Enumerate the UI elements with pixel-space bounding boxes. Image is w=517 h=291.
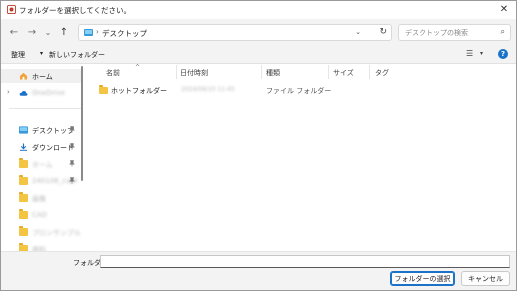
forward-icon[interactable]: → (25, 25, 39, 39)
search-icon: ⌕ (500, 27, 505, 36)
file-type: ファイル フォルダー (266, 87, 332, 95)
sidebar-item-label: デスクトップ (32, 127, 74, 135)
folder-icon (99, 85, 108, 94)
back-icon[interactable]: ← (7, 25, 21, 39)
title-bar: フォルダーを選択してください。 ✕ (1, 1, 516, 19)
column-divider[interactable] (261, 65, 262, 79)
home-icon (19, 72, 28, 80)
dialog-footer: フォルダー: フォルダーの選択 キャンセル (1, 251, 516, 290)
folder-icon (19, 209, 28, 219)
column-divider[interactable] (328, 65, 329, 79)
desktop-icon (19, 126, 28, 134)
column-header-type[interactable]: 種類 (266, 68, 280, 78)
search-box[interactable]: デスクトップの検索 ⌕ (398, 24, 511, 41)
app-icon (7, 5, 16, 14)
new-folder-button[interactable]: 新しいフォルダー (49, 50, 105, 60)
desktop-icon (84, 29, 93, 36)
address-dropdown-icon[interactable]: ⌄ (355, 28, 361, 36)
column-divider[interactable] (176, 65, 177, 79)
sidebar-item-label: ホーム (32, 73, 53, 81)
close-icon[interactable]: ✕ (496, 2, 512, 17)
recent-locations-icon[interactable]: ⌄ (41, 25, 55, 39)
sidebar-item-folder[interactable]: 画像 (1, 191, 81, 205)
file-name: ホットフォルダー (111, 87, 167, 95)
view-caret-icon[interactable]: ▾ (480, 50, 483, 57)
sidebar-item-home[interactable]: ホーム (1, 69, 81, 83)
organize-button[interactable]: 整理 (11, 50, 25, 60)
sidebar-item-downloads[interactable]: ダウンロード (1, 140, 81, 154)
breadcrumb-desktop[interactable]: デスクトップ (102, 28, 147, 39)
cloud-icon (19, 90, 28, 96)
expand-icon[interactable]: › (7, 88, 10, 96)
view-options-icon[interactable]: ☰ (466, 49, 473, 58)
up-icon[interactable]: ↑ (57, 25, 71, 39)
navigation-bar: ← → ⌄ ↑ › デスクトップ ⌄ ↻ デスクトップの検索 ⌕ (1, 19, 516, 45)
file-date: 2024/06/10 11:45 (181, 86, 235, 93)
sidebar-item-label: ダウンロード (32, 144, 74, 152)
column-divider[interactable] (369, 65, 370, 79)
folder-picker-dialog: フォルダーを選択してください。 ✕ ← → ⌄ ↑ › デスクトップ ⌄ ↻ デ… (0, 0, 517, 291)
search-input[interactable]: デスクトップの検索 (405, 28, 468, 38)
file-list: ^ 名前 日付時刻 種類 サイズ タグ ホットフォルダー 2024/06/10 … (87, 64, 516, 251)
cancel-button[interactable]: キャンセル (461, 271, 510, 286)
sidebar-item-folder[interactable]: 資料 (1, 242, 81, 251)
folder-name-field[interactable] (100, 255, 510, 268)
pin-icon (69, 177, 75, 186)
command-bar: 整理 ▾ 新しいフォルダー ☰ ▾ ? (1, 45, 516, 64)
sidebar-item-label: OneDrive (32, 89, 65, 97)
sidebar-item-desktop[interactable]: デスクトップ (1, 123, 81, 137)
pin-icon (69, 143, 75, 152)
folder-icon (19, 226, 28, 236)
column-header-size[interactable]: サイズ (333, 68, 354, 78)
pin-icon (69, 126, 75, 135)
download-icon (19, 143, 28, 151)
folder-icon (19, 158, 28, 168)
breadcrumb-separator-icon: › (96, 28, 99, 36)
address-bar[interactable]: › デスクトップ ⌄ ↻ (78, 24, 392, 41)
sort-ascending-icon: ^ (135, 64, 141, 71)
sidebar-item-folder[interactable]: プロンサンプル (1, 225, 81, 239)
sidebar-item-folder[interactable]: 240106_capt (1, 174, 81, 188)
file-row[interactable]: ホットフォルダー 2024/06/10 11:45 ファイル フォルダー (95, 84, 505, 97)
navigation-pane: ホーム › OneDrive デスクトップ ダウンロード ホーム 240106_… (1, 64, 87, 251)
help-icon[interactable]: ? (498, 49, 508, 59)
column-header-tags[interactable]: タグ (375, 68, 389, 78)
column-header-name[interactable]: 名前 (106, 68, 120, 78)
sidebar-scrollbar[interactable] (81, 66, 83, 181)
folder-icon (19, 175, 28, 185)
sidebar-item-folder[interactable]: CAD (1, 208, 81, 222)
sidebar-divider (9, 108, 81, 109)
sidebar-item-onedrive[interactable]: › OneDrive (1, 86, 81, 100)
select-folder-button[interactable]: フォルダーの選択 (390, 271, 455, 286)
sidebar-item-label: 画像 (32, 195, 46, 203)
window-title: フォルダーを選択してください。 (19, 6, 132, 15)
pin-icon (69, 160, 75, 169)
sidebar-item-folder[interactable]: ホーム (1, 157, 81, 171)
folder-icon (19, 192, 28, 202)
column-header-date[interactable]: 日付時刻 (180, 68, 208, 78)
sidebar-item-label: ホーム (32, 161, 53, 169)
sidebar-item-label: プロンサンプル (32, 229, 81, 237)
organize-caret-icon[interactable]: ▾ (40, 50, 43, 57)
sidebar-item-label: CAD (32, 211, 48, 219)
refresh-icon[interactable]: ↻ (379, 27, 387, 37)
